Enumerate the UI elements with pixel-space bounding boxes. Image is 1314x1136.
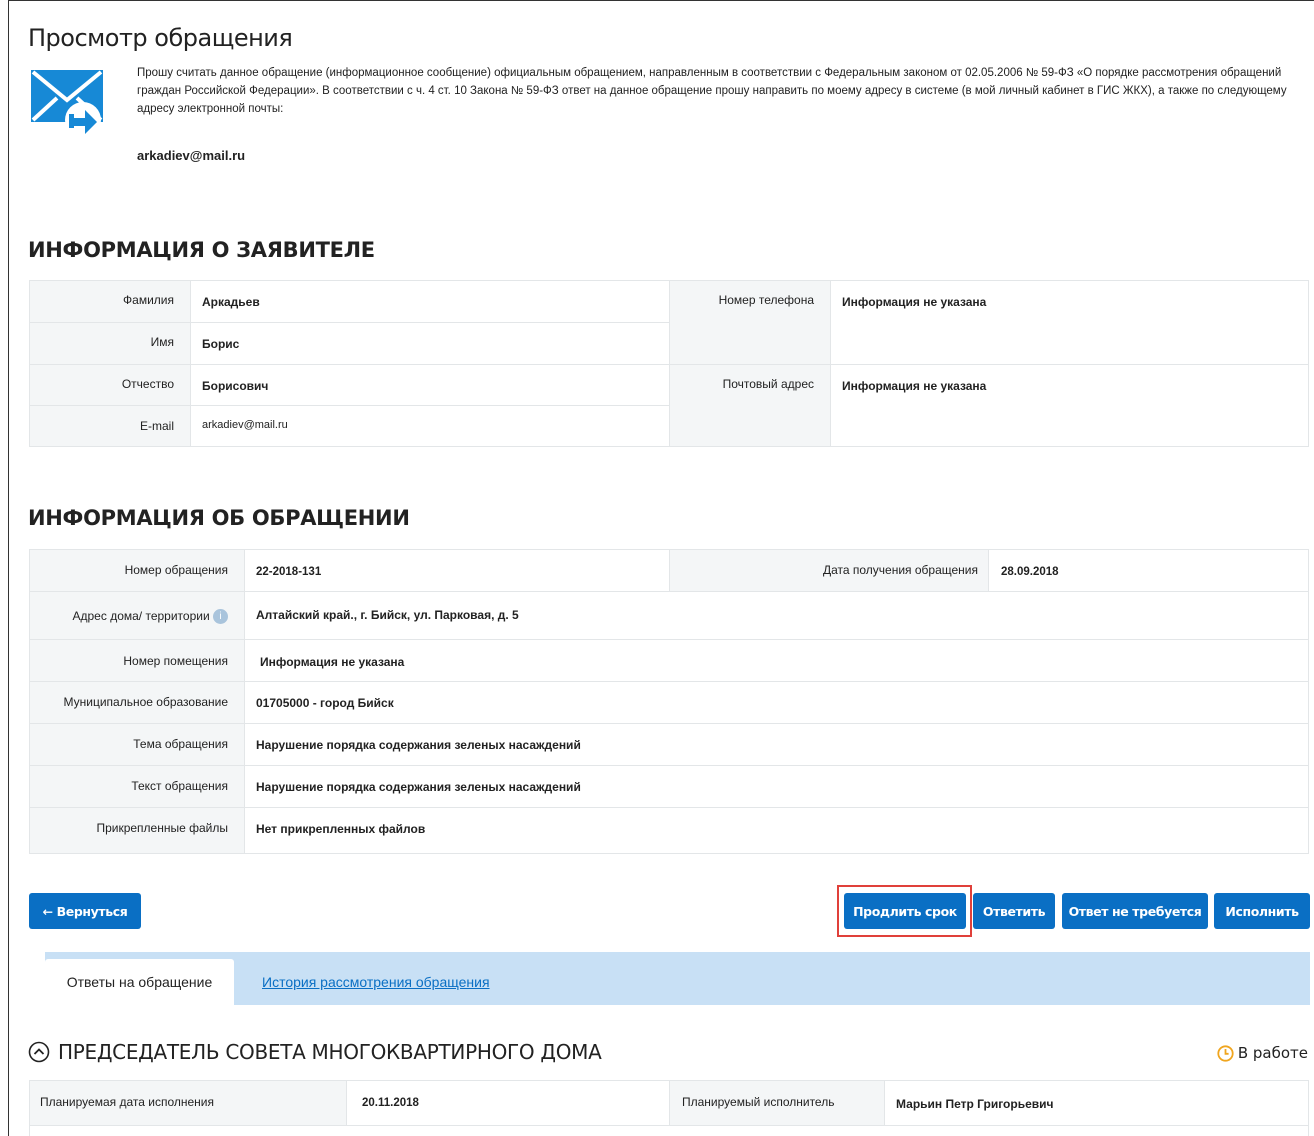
first-name-label: Имя [150,335,174,349]
request-section-title: ИНФОРМАЦИЯ ОБ ОБРАЩЕНИИ [28,506,410,530]
patronymic-label: Отчество [121,377,174,391]
info-icon[interactable]: i [213,609,228,625]
envelope-forward-icon [31,70,103,138]
planned-date-label: Планируемая дата исполнения [40,1095,214,1109]
email-value: arkadiev@mail.ru [202,419,288,431]
topic-value: Нарушение порядка содержания зеленых нас… [256,738,581,752]
planned-executor-label: Планируемый исполнитель [682,1095,835,1109]
phone-label: Номер телефона [718,293,814,307]
execute-button[interactable]: Исполнить [1214,893,1310,929]
received-date-value: 28.09.2018 [1001,566,1059,578]
first-name-value: Борис [202,337,240,351]
answer-block-title: ПРЕДСЕДАТЕЛЬ СОВЕТА МНОГОКВАРТИРНОГО ДОМ… [58,1040,602,1064]
text-value: Нарушение порядка содержания зеленых нас… [256,780,581,794]
topic-label: Тема обращения [133,737,228,751]
applicant-section-title: ИНФОРМАЦИЯ О ЗАЯВИТЕЛЕ [28,238,375,262]
house-address-value: Алтайский край., г. Бийск, ул. Парковая,… [256,608,519,622]
room-label: Номер помещения [123,654,228,668]
room-value: Информация не указана [260,655,405,669]
files-label: Прикрепленные файлы [96,821,228,835]
address-label: Почтовый адрес [722,377,814,391]
answer-block-header: ПРЕДСЕДАТЕЛЬ СОВЕТА МНОГОКВАРТИРНОГО ДОМ… [28,1040,602,1064]
page-title: Просмотр обращения [28,24,293,52]
status-text: В работе [1237,1044,1308,1062]
planned-executor-value: Марьин Петр Григорьевич [896,1097,1054,1111]
request-number-value: 22-2018-131 [256,566,322,578]
intro-email: arkadiev@mail.ru [137,148,246,163]
address-value: Информация не указана [842,379,987,393]
files-value: Нет прикрепленных файлов [256,822,426,836]
tab-history[interactable]: История рассмотрения обращения [262,974,490,990]
text-label: Текст обращения [131,779,228,793]
no-reply-button[interactable]: Ответ не требуется [1062,893,1208,929]
email-label: E-mail [139,419,174,433]
reply-button[interactable]: Ответить [973,893,1055,929]
extend-deadline-button[interactable]: Продлить срок [844,893,966,929]
intro-text: Прошу считать данное обращение (информац… [137,67,1287,115]
applicant-table: Фамилия Аркадьев Имя Борис Отчество Бори… [29,280,1309,447]
municipality-value: 01705000 - город Бийск [256,696,394,710]
clock-icon [1217,1044,1234,1062]
patronymic-value: Борисович [202,379,269,393]
answer-table: Планируемая дата исполнения 20.11.2018 П… [29,1080,1309,1136]
status-badge: В работе [1217,1044,1308,1062]
request-table: Номер обращения 22-2018-131 Дата получен… [29,549,1309,854]
planned-date-value: 20.11.2018 [362,1097,419,1109]
house-address-label: Адрес дома/ территории i [30,609,228,625]
last-name-label: Фамилия [123,293,174,307]
phone-value: Информация не указана [842,295,987,309]
tab-answers[interactable]: Ответы на обращение [45,959,234,1005]
last-name-value: Аркадьев [202,295,260,309]
back-button[interactable]: ← Вернуться [29,893,141,929]
municipality-label: Муниципальное образование [63,695,229,709]
request-number-label: Номер обращения [124,563,228,577]
chevron-up-circle-icon[interactable] [28,1041,50,1063]
tabs-bar [45,952,1310,1005]
house-address-label-text: Адрес дома/ территории [72,609,210,623]
received-date-label: Дата получения обращения [822,563,978,577]
